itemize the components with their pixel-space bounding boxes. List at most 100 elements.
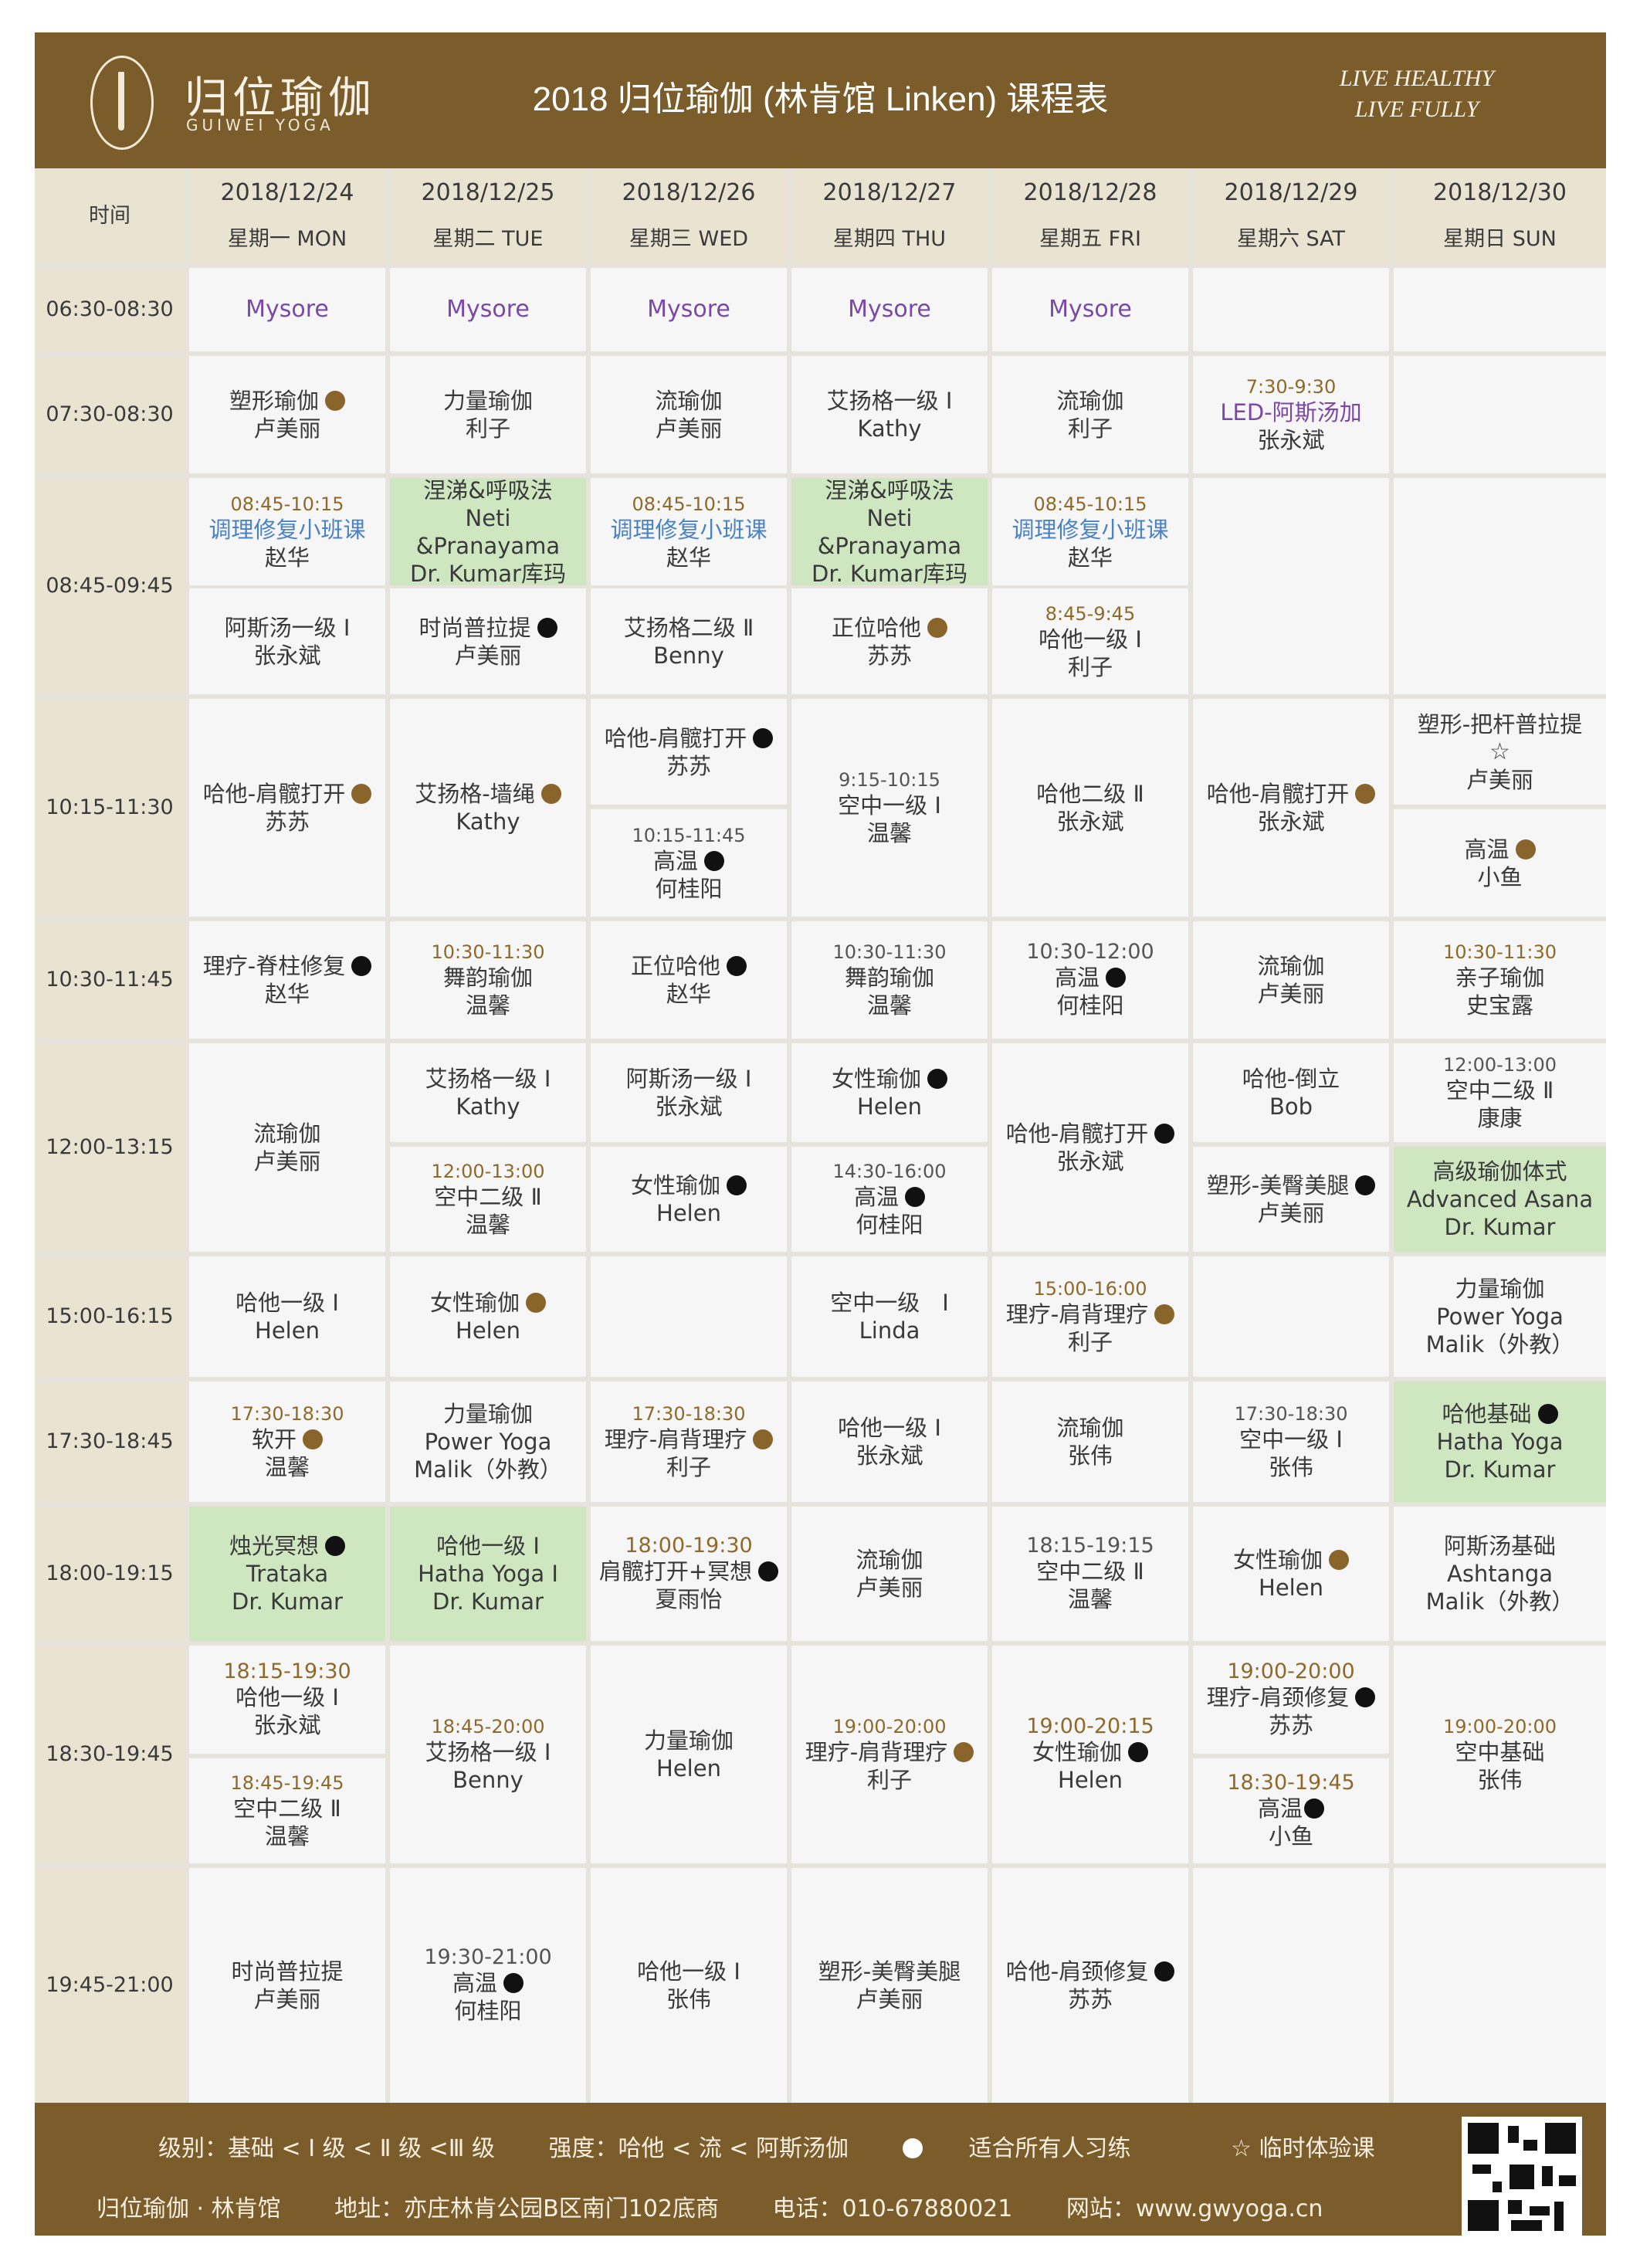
class-name: 女性瑜伽 — [630, 1172, 720, 1198]
teacher-name: 卢美丽 — [253, 1148, 321, 1175]
class-name: 调理修复小班课 — [208, 516, 366, 543]
class-time: 10:30-11:30 — [832, 941, 947, 963]
class-cell: 流瑜伽 利子 — [992, 356, 1188, 473]
teacher-name: 苏苏 — [1268, 1712, 1313, 1738]
class-name: 哈他-倒立 — [1242, 1066, 1340, 1092]
teacher-name: Kathy — [857, 415, 922, 442]
teacher-name: 何桂阳 — [454, 1998, 522, 2024]
slogan: LIVE HEALTHY LIVE FULLY — [1301, 63, 1533, 125]
studio-name: 归位瑜伽 · 林肯馆 — [97, 2195, 281, 2222]
class-cell: 19:00-20:00 空中基础 张伟 — [1394, 1646, 1606, 1863]
website: 网站：www.gwyoga.cn — [1066, 2195, 1323, 2222]
class-name: 高温 — [1464, 836, 1510, 863]
black-dot-icon — [1106, 968, 1126, 988]
teacher-name: Dr. Kumar — [1444, 1214, 1556, 1240]
black-dot-icon — [704, 850, 724, 871]
class-name-en: Neti &Pranayama — [817, 504, 962, 559]
class-time: 19:00-20:00 — [1227, 1659, 1355, 1683]
class-name: 哈他一级 Ⅰ — [235, 1290, 339, 1316]
teacher-name: 利子 — [666, 1454, 711, 1480]
class-cell: 8:45-9:45 哈他一级 Ⅰ 利子 — [992, 588, 1188, 694]
class-name-en: Power Yoga — [424, 1429, 552, 1455]
teacher-name: Dr. Kumar库玛 — [812, 560, 967, 587]
class-cell: 正位哈他 赵华 — [591, 921, 787, 1039]
teacher-name: Linda — [859, 1317, 920, 1344]
black-dot-icon — [727, 956, 747, 976]
class-name: 哈他一级 Ⅰ — [1039, 625, 1142, 653]
class-name: 女性瑜伽 — [831, 1066, 921, 1092]
teacher-name: Helen — [456, 1317, 520, 1344]
brown-dot-icon — [540, 784, 561, 804]
teacher-name: 利子 — [465, 415, 510, 442]
class-name: 空中二级 Ⅱ — [233, 1795, 341, 1822]
class-cell: Mysore — [390, 268, 586, 351]
class-time: 18:00-19:30 — [625, 1534, 753, 1558]
black-dot-icon — [1304, 1798, 1324, 1819]
class-name: 涅涕&呼吸法 — [825, 476, 954, 503]
class-time: 10:30-11:30 — [431, 941, 545, 963]
teacher-name: Dr. Kumar — [232, 1588, 343, 1615]
class-cell: 哈他一级 Ⅰ Hatha Yoga Ⅰ Dr. Kumar — [390, 1507, 586, 1641]
teacher-name: 利子 — [1067, 1329, 1113, 1355]
class-name: 流瑜伽 — [1056, 1415, 1124, 1441]
class-cell: 哈他-肩髋打开 苏苏 — [189, 699, 385, 917]
class-time: 10:30-11:30 — [1443, 941, 1557, 963]
class-time: 08:45-10:15 — [1033, 493, 1147, 515]
class-cell: 女性瑜伽 Helen — [390, 1256, 586, 1377]
class-cell: 17:30-18:30 理疗-肩背理疗 利子 — [591, 1381, 787, 1502]
class-cell: 流瑜伽 卢美丽 — [189, 1043, 385, 1252]
class-cell: 力量瑜伽 Helen — [591, 1646, 787, 1863]
class-name: 塑形瑜伽 — [229, 388, 319, 414]
teacher-name: 温馨 — [1067, 1586, 1113, 1612]
class-cell: 艾扬格一级 Ⅰ Kathy — [390, 1043, 586, 1142]
class-cell: 9:15-10:15 空中一级 Ⅰ 温馨 — [791, 699, 988, 917]
class-cell: 女性瑜伽 Helen — [1193, 1507, 1389, 1641]
class-name: 理疗-肩颈修复 — [1206, 1684, 1350, 1710]
day-date: 2018/12/27 — [822, 178, 957, 206]
class-cell: 高温 小鱼 — [1394, 809, 1606, 917]
teacher-name: 卢美丽 — [655, 415, 723, 442]
schedule-poster: 归位瑜伽 GUIWEI YOGA 2018 归位瑜伽 (林肯馆 Linken) … — [35, 32, 1606, 2237]
class-cell: 塑形-把杆普拉提 ☆ 卢美丽 — [1394, 699, 1606, 805]
teacher-name: 何桂阳 — [655, 875, 723, 902]
teacher-name: 赵华 — [666, 981, 711, 1007]
day-week: 星期四 THU — [832, 226, 947, 251]
address: 地址：亦庄林肯公园B区南门102底商 — [334, 2195, 719, 2222]
class-name: 理疗-脊柱修复 — [202, 953, 346, 979]
class-name: 哈他一级 Ⅰ — [235, 1684, 339, 1710]
class-time: 10:30-12:00 — [1026, 940, 1154, 964]
brown-dot-icon — [351, 784, 372, 804]
day-week: 星期一 MON — [227, 226, 347, 251]
class-cell: Mysore — [189, 268, 385, 351]
class-cell: 10:15-11:45 高温 何桂阳 — [591, 809, 787, 917]
class-cell: 08:45-10:15 调理修复小班课 赵华 — [189, 478, 385, 585]
teacher-name: 温馨 — [866, 992, 912, 1019]
class-cell: 流瑜伽 卢美丽 — [791, 1507, 988, 1641]
class-cell: 阿斯汤一级 Ⅰ 张永斌 — [591, 1043, 787, 1142]
black-dot-icon — [905, 1187, 925, 1207]
class-cell: 阿斯汤基础 Ashtanga Malik（外教） — [1394, 1507, 1606, 1641]
black-dot-icon — [1154, 1961, 1175, 1982]
teacher-name: 苏苏 — [866, 642, 912, 669]
class-name: 肩髋打开+冥想 — [598, 1558, 753, 1585]
class-name: 哈他-肩髋打开 — [202, 781, 346, 807]
slogan-line-1: LIVE HEALTHY — [1339, 66, 1495, 91]
black-dot-icon — [1355, 1687, 1376, 1707]
all-levels-legend: 适合所有人习练 — [902, 2135, 1177, 2162]
class-name: Mysore — [1049, 296, 1132, 323]
class-cell: 高级瑜伽体式 Advanced Asana Dr. Kumar — [1394, 1147, 1606, 1252]
class-name: 哈他二级 Ⅱ — [1036, 781, 1144, 807]
teacher-name: 何桂阳 — [1056, 992, 1124, 1019]
class-cell: 17:30-18:30 空中一级 Ⅰ 张伟 — [1193, 1381, 1389, 1502]
class-name: 空中二级 Ⅱ — [1445, 1077, 1554, 1103]
brown-dot-icon — [927, 617, 947, 638]
brown-dot-icon — [1355, 784, 1376, 804]
class-name: 舞韵瑜伽 — [844, 964, 934, 991]
class-name: 空中二级 Ⅱ — [434, 1184, 542, 1210]
class-name: Mysore — [848, 296, 931, 323]
white-dot-icon — [902, 2138, 923, 2158]
class-cell: 塑形-美臀美腿 卢美丽 — [1193, 1147, 1389, 1252]
class-cell: Mysore — [591, 268, 787, 351]
level-legend: 级别：基础 < Ⅰ 级 < Ⅱ 级 <Ⅲ 级 — [158, 2135, 495, 2162]
schedule-grid: 时间 2018/12/24 星期一 MON 2018/12/25 星期二 TUE 2… — [35, 168, 1606, 2103]
